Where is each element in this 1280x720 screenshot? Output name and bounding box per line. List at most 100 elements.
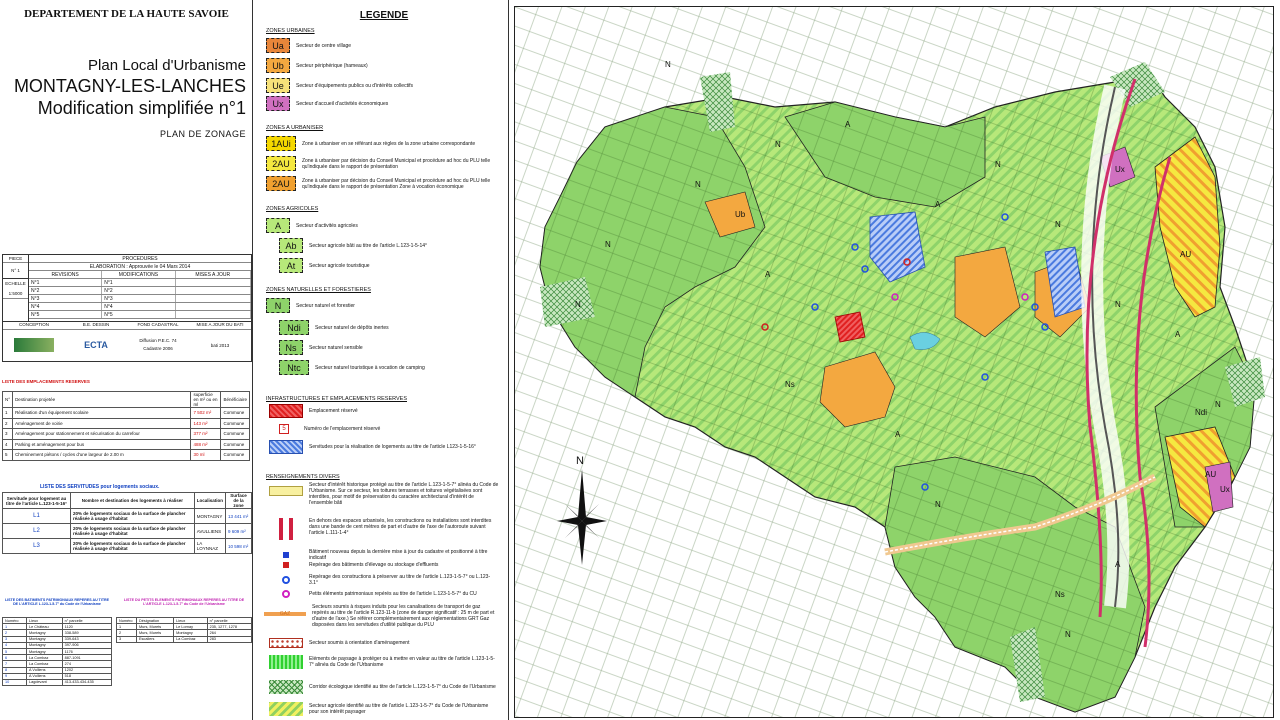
map-zone-label: Ns [1055, 590, 1065, 599]
agricole-paysager-swatch [269, 702, 303, 716]
legend-petits-elements: Petits éléments patrimoniaux repérés au … [269, 590, 499, 598]
table-row: 3 Aménagement pour stationnement et sécur… [1, 428, 250, 440]
map-svg: N N N N N N N N N N N A A A A A A Ns Ns Ndi Ub AU AU Ux Ux [515, 7, 1273, 717]
preserve-icon [282, 576, 290, 584]
petits-table: Numéro Désignation Lieux n° parcelle 1 Murs,… [116, 616, 253, 643]
plan-title: Plan Local d'Urbanisme [88, 57, 246, 74]
zone-swatch: Ue [266, 78, 290, 93]
map-zone-label: Ns [785, 380, 795, 389]
zone-swatch: Ab [279, 238, 303, 253]
table-row: 10 Lagdevant 413-433-434-435 [2, 678, 113, 687]
zone-swatch: Ntc [279, 360, 309, 375]
zone-swatch: Ua [266, 38, 290, 53]
historique-swatch [269, 486, 303, 496]
legend-zone-ab: Ab Secteur agricole bâti au titre de l'ar… [279, 238, 499, 253]
zone-swatch: Ns [279, 340, 303, 355]
map-zone-label: N [995, 160, 1001, 169]
procedures-cartouche: PIECE N° 1 ECHELLE 1:5000 PROCEDURES ELA… [2, 254, 252, 362]
map-zone-label: AU [1180, 250, 1191, 259]
paysage-swatch [269, 655, 303, 669]
piece-box: PIECE N° 1 ECHELLE 1:5000 [3, 255, 29, 321]
reserved-site [834, 311, 866, 343]
zoning-map[interactable]: N N N N N N N N N N N A A A A A A Ns Ns Ndi Ub AU AU Ux Ux N [514, 6, 1274, 718]
section-zones-a-urbaniser: ZONES A URBANISER [266, 125, 324, 131]
ecta-logo: ECTA [84, 340, 108, 350]
legend-numero-er: 5 Numéro de l'emplacement réservé [279, 424, 494, 434]
proc-row: N°4 N°4 [29, 303, 251, 311]
map-zone-label: A [895, 430, 901, 439]
reserves-title: LISTE DES EMPLACEMENTS RESERVES [2, 379, 90, 384]
elevage-icon [283, 562, 289, 568]
procedures-columns: REVISIONS MODIFICATIONS MISES A JOUR [29, 271, 251, 279]
section-zones-agricoles: ZONES AGRICOLES [266, 206, 319, 212]
north-arrow: N [557, 455, 607, 565]
map-zone-label: Ux [1115, 165, 1125, 174]
map-zone-label: A [935, 200, 941, 209]
title-panel: DEPARTEMENT DE LA HAUTE SAVOIE Plan Loca… [0, 0, 253, 720]
map-zone-label: A [1115, 560, 1121, 569]
map-zone-label: N [775, 140, 781, 149]
proc-row: N°1 N°1 [29, 279, 251, 287]
autoroute-swatch [269, 518, 303, 540]
zone-swatch: Ux [266, 96, 290, 111]
legend-orientation-amenagement: Secteur soumis à orientation d'aménageme… [269, 638, 499, 648]
title-block: Plan Local d'Urbanisme MONTAGNY-LES-LANC… [14, 56, 246, 139]
zone-description: Secteur agricole touristique [309, 262, 370, 269]
parcel-grid [515, 7, 1273, 717]
map-zone-label: N [1065, 630, 1071, 639]
modification-title: Modification simplifiée n°1 [37, 98, 246, 118]
legend-corridor: Corridor écologique identifié au titre d… [269, 680, 499, 694]
zone-description: Secteur de centre village [296, 42, 352, 49]
table-row: 2 Aménagement de voirie 143 m² Commune [1, 417, 250, 429]
legend-elevage: Repérage des bâtiments d'élevage ou stoc… [269, 562, 499, 568]
zone-description: Secteur naturel sensible [309, 344, 363, 351]
legend-zone-ux: Ux Secteur d'accueil d'activités économiq… [266, 96, 486, 111]
procedures-table: PROCEDURES ELABORATION : Approuvée le 04… [29, 255, 251, 319]
table-row: 3 Escaliers La Combaz 283 [116, 635, 253, 643]
legend-bande-autoroute: En dehors des espaces urbanisés, les con… [269, 518, 499, 540]
legend-zone-1aui: 1AUi Zone à urbaniser en se référant aux … [266, 136, 492, 151]
legend-constructions-preserver: Repérage des constructions à préserver a… [269, 574, 499, 586]
zone-description: Zone à urbaniser par décision du Conseil… [302, 157, 491, 170]
petit-element-icon [282, 590, 290, 598]
north-label: N [576, 455, 584, 467]
procedures-title: PROCEDURES [29, 255, 251, 263]
zone-swatch: Ndi [279, 320, 309, 335]
map-zone-label: A [1175, 330, 1181, 339]
legend-secteur-historique: Secteur d'intérêt historique protégé au … [269, 482, 499, 506]
zone-description: Zone à urbaniser en se référant aux règl… [302, 140, 476, 147]
section-infrastructures: INFRASTRUCTURES ET EMPLACEMENTS RESERVES [266, 396, 407, 402]
legend-batiment-nouveau: Bâtiment nouveau depuis la dernière mise… [269, 549, 499, 561]
legend-zone-ub: Ub Secteur périphérique (hameaux) [266, 58, 486, 73]
zone-swatch: At [279, 258, 303, 273]
zone-swatch: N [266, 298, 290, 313]
zone-description: Secteur d'accueil d'activités économique… [296, 100, 389, 107]
map-zone-label: N [575, 300, 581, 309]
zone-swatch: A [266, 218, 290, 233]
oap-swatch [269, 638, 303, 648]
servitudes-title: LISTE DES SERVITUDES pour logements soci… [40, 484, 160, 490]
legend-zone-2au: 2AU Zone à urbaniser par décision du Cons… [266, 156, 492, 171]
compass-icon [557, 469, 607, 565]
zone-description: Secteur naturel touristique à vocation d… [315, 364, 425, 371]
map-zone-label: AU [1205, 470, 1216, 479]
zone-swatch: Ub [266, 58, 290, 73]
table-row: 5 Cheminement piétons / cycles d'une larg… [1, 449, 250, 461]
department-label: DEPARTEMENT DE LA HAUTE SAVOIE [24, 8, 229, 20]
gaz-swatch: GAZ [264, 608, 306, 620]
legend-title: LEGENDE [359, 10, 409, 21]
batiments-table: Numéro Lieux n° parcelle 1 Le Château 1120 2 M… [2, 616, 113, 687]
map-zone-label: N [1215, 400, 1221, 409]
zone-description: Secteur d'activités agricoles [296, 222, 358, 229]
map-zone-label: N [605, 240, 611, 249]
proc-row: N°3 N°3 [29, 295, 251, 303]
legend-zone-ntc: Ntc Secteur naturel touristique à vocatio… [279, 360, 505, 375]
proc-row: N°5 N°5 [29, 311, 251, 319]
legend-zone-2au: 2AU Zone à urbaniser par décision du Cons… [266, 176, 492, 191]
table-row: L3 20% de logements sociaux de la surface… [2, 538, 252, 554]
map-zone-label: A [765, 270, 771, 279]
legend-zone-ns: Ns Secteur naturel sensible [279, 340, 499, 355]
legend-zone-a: A Secteur d'activités agricoles [266, 218, 486, 233]
map-zone-label: N [665, 60, 671, 69]
proc-row: N°2 N°2 [29, 287, 251, 295]
